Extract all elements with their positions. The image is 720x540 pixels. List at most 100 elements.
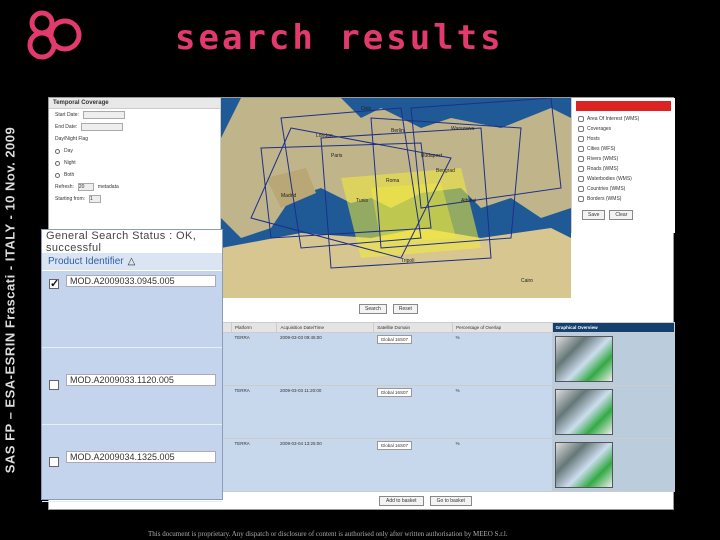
datetime-cell: 2009-03-03 11:20:00 — [276, 385, 374, 439]
col-header-platform[interactable]: Platform — [230, 322, 278, 333]
layer-swatch-icon — [578, 166, 584, 172]
map-label-warszawa: Warszawa — [451, 126, 475, 132]
map-label-berlin: Berlin — [391, 128, 404, 134]
map-label-oslo: Oslo — [361, 106, 372, 112]
end-date-label: End Date: — [55, 124, 78, 130]
layer-item[interactable]: Rivers (WMS) — [572, 154, 675, 164]
layer-item[interactable]: Cities (WFS) — [572, 144, 675, 154]
refresh-unit: metadata — [97, 184, 119, 190]
layer-panel: Area Of Interest (WMS) Coverages Hosts C… — [571, 98, 675, 233]
product-row[interactable]: MOD.A2009033.1120.005 — [42, 348, 222, 425]
go-to-basket-button[interactable]: Go to basket — [429, 496, 472, 506]
radio-day[interactable] — [55, 148, 60, 154]
refresh-label: Refresh: — [55, 184, 74, 190]
col-header-graphical-overview: Graphical Overview — [551, 322, 676, 333]
starting-field[interactable]: 1 — [89, 195, 102, 203]
map-label-budapest: Budapest — [421, 153, 443, 159]
eighty-logo-icon — [27, 10, 82, 60]
starting-label: Starting from: — [55, 196, 86, 202]
col-header-blank — [221, 322, 232, 333]
footer-disclaimer: This document is proprietary. Any dispat… — [148, 530, 508, 538]
thumbnail-image[interactable] — [555, 442, 614, 488]
map-label-paris: Paris — [331, 153, 343, 159]
map-label-cairo: Cairo — [521, 278, 533, 284]
add-to-basket-button[interactable]: Add to basket — [379, 496, 424, 506]
product-checkbox[interactable] — [49, 457, 59, 467]
platform-cell: TERRA — [231, 332, 277, 386]
product-identifier-label: Product Identifier — [48, 256, 124, 267]
temporal-coverage-form: Temporal Coverage Start Date: End Date: … — [49, 98, 221, 233]
map-label-tripoli: Tripoli — [401, 258, 415, 264]
thumbnail-cell[interactable] — [552, 385, 675, 439]
folder-icon — [578, 136, 584, 142]
layer-swatch-icon — [578, 176, 584, 182]
radio-day-label: Day — [64, 148, 73, 154]
sort-up-icon[interactable]: △ — [128, 256, 136, 267]
search-status: General Search Status : OK, successful — [42, 230, 222, 254]
layer-item[interactable]: Area Of Interest (WMS) — [572, 114, 675, 124]
table-row[interactable]: TERRA 2009-03-03 09:45:00 Global 16S07 % — [221, 332, 675, 386]
col-header-overlap[interactable]: Percentage of Overlap — [452, 322, 553, 333]
vertical-caption: SAS FP – ESA-ESRIN Frascati - ITALY - 10… — [0, 0, 20, 540]
domain-cell: Global 16S07 — [373, 385, 453, 439]
layer-swatch-icon — [578, 116, 584, 122]
layer-swatch-icon — [578, 196, 584, 202]
clear-button[interactable]: Clear — [609, 210, 634, 220]
daylight-flag-label: Day/Night Flag — [55, 136, 89, 142]
overlap-cell: % — [452, 438, 553, 492]
map-label-beograd: Beograd — [436, 168, 455, 174]
radio-both[interactable] — [55, 172, 60, 178]
start-date-label: Start Date: — [55, 112, 79, 118]
map-label-tunis: Tunis — [356, 198, 369, 204]
save-button[interactable]: Save — [582, 210, 606, 220]
thumbnail-cell[interactable] — [552, 332, 675, 386]
folder-icon — [578, 126, 584, 132]
map-label-london: London — [316, 133, 333, 139]
thumbnail-cell[interactable] — [552, 438, 675, 492]
product-id: MOD.A2009034.1325.005 — [66, 451, 216, 463]
map-label-madrid: Madrid — [281, 193, 297, 199]
layer-item[interactable]: Borders (WMS) — [572, 194, 675, 204]
domain-cell: Global 16S07 — [373, 332, 453, 386]
radio-night-label: Night — [64, 160, 76, 166]
thumbnail-image[interactable] — [555, 389, 614, 435]
overlap-cell: % — [452, 385, 553, 439]
reset-button[interactable]: Reset — [392, 304, 418, 314]
table-row[interactable]: TERRA 2009-03-04 13:25:00 Global 16S07 % — [221, 438, 675, 492]
radio-both-label: Both — [64, 172, 75, 178]
product-id: MOD.A2009033.1120.005 — [66, 374, 216, 386]
thumbnail-image[interactable] — [555, 336, 614, 382]
product-id: MOD.A2009033.0945.005 — [66, 275, 216, 287]
product-checkbox-checked[interactable] — [49, 277, 59, 290]
layer-item[interactable]: Coverages — [572, 124, 675, 134]
start-date-field[interactable] — [82, 111, 125, 119]
layer-swatch-icon — [578, 146, 584, 152]
map-view[interactable]: Tunis Roma Athinai Beograd Budapest Berl… — [221, 98, 571, 298]
platform-cell: TERRA — [231, 385, 277, 439]
end-date-field[interactable] — [81, 123, 124, 131]
product-row[interactable]: MOD.A2009033.0945.005 — [42, 271, 222, 348]
product-checkbox[interactable] — [49, 380, 59, 390]
layer-item[interactable]: Waterbodies (WMS) — [572, 174, 675, 184]
product-identifier-header[interactable]: Product Identifier △ — [42, 253, 222, 271]
table-row[interactable]: TERRA 2009-03-03 11:20:00 Global 16S07 % — [221, 385, 675, 439]
page-title: search results — [175, 18, 504, 58]
search-button[interactable]: Search — [359, 304, 387, 314]
platform-cell: TERRA — [231, 438, 277, 492]
layer-item[interactable]: Roads (WMS) — [572, 164, 675, 174]
product-row[interactable]: MOD.A2009034.1325.005 — [42, 425, 222, 502]
radio-night[interactable] — [55, 160, 60, 166]
layer-item-selected[interactable] — [576, 101, 671, 111]
col-header-datetime[interactable]: Acquisition Date/Time — [276, 322, 375, 333]
layer-item[interactable]: Countries (WMS) — [572, 184, 675, 194]
map-label-roma: Roma — [386, 178, 400, 184]
layer-item[interactable]: Hosts — [572, 134, 675, 144]
refresh-field[interactable]: 20 — [77, 183, 94, 191]
layer-swatch-icon — [578, 186, 584, 192]
domain-cell: Global 16S07 — [373, 438, 453, 492]
vertical-caption-text: SAS FP – ESA-ESRIN Frascati - ITALY - 10… — [2, 126, 18, 474]
layer-swatch-icon — [578, 156, 584, 162]
datetime-cell: 2009-03-04 13:25:00 — [276, 438, 374, 492]
col-header-domain[interactable]: Satellite Domain — [373, 322, 454, 333]
results-table: Platform Acquisition Date/Time Satellite… — [221, 322, 676, 492]
